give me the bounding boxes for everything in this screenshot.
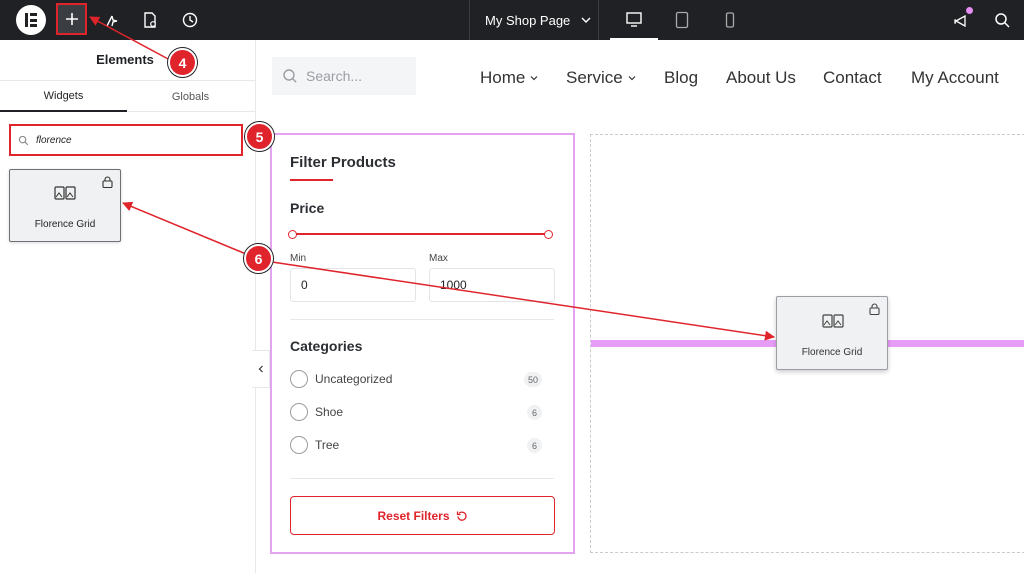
- chevron-down-icon: [530, 76, 538, 81]
- widget-search[interactable]: [9, 124, 243, 156]
- step-badge-4: 4: [168, 48, 197, 77]
- widget-label: Florence Grid: [34, 219, 96, 230]
- reset-filters-button[interactable]: Reset Filters: [290, 496, 555, 535]
- collapse-panel-button[interactable]: [252, 350, 270, 388]
- widget-label: Florence Grid: [801, 347, 863, 358]
- chevron-down-icon: [628, 76, 636, 81]
- desktop-icon: [626, 12, 642, 27]
- price-heading: Price: [290, 200, 325, 216]
- widget-search-input[interactable]: [36, 134, 226, 146]
- category-radio[interactable]: [290, 370, 308, 388]
- tablet-icon: [675, 11, 689, 29]
- step-badge-5: 5: [245, 122, 274, 151]
- price-range-track: [293, 233, 549, 235]
- page-name: My Shop Page: [485, 12, 571, 28]
- site-search-input[interactable]: [306, 68, 406, 84]
- grid-widget-icon: [822, 314, 844, 328]
- nav-home-label: Home: [480, 68, 526, 87]
- tab-globals[interactable]: Globals: [127, 81, 254, 112]
- step-badge-6: 6: [244, 244, 273, 273]
- desktop-view-button[interactable]: [610, 0, 658, 40]
- tab-widgets[interactable]: Widgets: [0, 81, 127, 112]
- nav-home[interactable]: Home: [480, 68, 539, 88]
- grid-widget-icon: [54, 186, 76, 200]
- florence-grid-widget[interactable]: Florence Grid: [9, 169, 121, 242]
- nav-my-account[interactable]: My Account: [911, 68, 999, 88]
- reset-filters-label: Reset Filters: [377, 508, 450, 523]
- price-min-handle[interactable]: [288, 230, 297, 239]
- divider: [290, 319, 554, 320]
- page-settings-icon: [144, 12, 156, 28]
- search-icon: [18, 135, 29, 145]
- add-element-button[interactable]: [56, 3, 87, 35]
- elementor-logo-icon[interactable]: [16, 5, 46, 35]
- category-radio[interactable]: [290, 436, 308, 454]
- ai-site-planner-button[interactable]: [96, 4, 128, 36]
- search-icon: [283, 69, 297, 83]
- category-radio[interactable]: [290, 403, 308, 421]
- min-label: Min: [290, 253, 307, 264]
- panel-tabs: Widgets Globals: [0, 80, 256, 112]
- site-search[interactable]: [272, 57, 416, 95]
- reset-icon: [456, 511, 467, 521]
- page-selector[interactable]: My Shop Page: [469, 0, 599, 40]
- category-count: 50: [523, 372, 542, 387]
- nav-service[interactable]: Service: [566, 68, 637, 88]
- mobile-view-button[interactable]: [706, 0, 754, 40]
- tablet-view-button[interactable]: [658, 0, 706, 40]
- notifications-button[interactable]: [946, 4, 978, 36]
- chevron-left-icon: [258, 365, 263, 373]
- nav-blog[interactable]: Blog: [664, 68, 698, 88]
- mobile-icon: [725, 12, 735, 28]
- price-max-handle[interactable]: [544, 230, 553, 239]
- page-settings-button[interactable]: [134, 4, 166, 36]
- plus-icon: [65, 13, 78, 25]
- min-price-input[interactable]: 0: [290, 268, 416, 302]
- category-count: 6: [527, 438, 542, 453]
- category-tree[interactable]: Tree 6: [290, 436, 542, 456]
- category-label: Uncategorized: [315, 372, 393, 386]
- panel-title: Elements: [96, 52, 154, 67]
- divider: [290, 478, 554, 479]
- notification-dot: [966, 7, 973, 14]
- elements-panel: Elements Widgets Globals Florence Grid: [0, 40, 256, 573]
- category-shoe[interactable]: Shoe 6: [290, 403, 542, 423]
- category-uncategorized[interactable]: Uncategorized 50: [290, 370, 542, 390]
- history-button[interactable]: [174, 4, 206, 36]
- nav-contact[interactable]: Contact: [823, 68, 882, 88]
- category-label: Shoe: [315, 405, 344, 419]
- max-price-input[interactable]: 1000: [429, 268, 555, 302]
- dragging-florence-grid-widget[interactable]: Florence Grid: [776, 296, 888, 370]
- category-count: 6: [527, 405, 542, 420]
- nav-about-us[interactable]: About Us: [726, 68, 796, 88]
- nav-service-label: Service: [566, 68, 623, 87]
- history-icon: [182, 12, 198, 28]
- title-underline: [290, 179, 333, 181]
- chevron-down-icon: [581, 17, 591, 23]
- editor-topbar: My Shop Page: [0, 0, 1024, 40]
- sparkle-icon: [106, 15, 118, 27]
- search-icon: [995, 13, 1010, 28]
- finder-search-button[interactable]: [986, 4, 1018, 36]
- pro-lock-icon: [869, 303, 880, 315]
- categories-heading: Categories: [290, 338, 363, 354]
- max-label: Max: [429, 253, 448, 264]
- category-label: Tree: [315, 438, 340, 452]
- filter-title: Filter Products: [290, 154, 396, 171]
- pro-lock-icon: [102, 176, 113, 188]
